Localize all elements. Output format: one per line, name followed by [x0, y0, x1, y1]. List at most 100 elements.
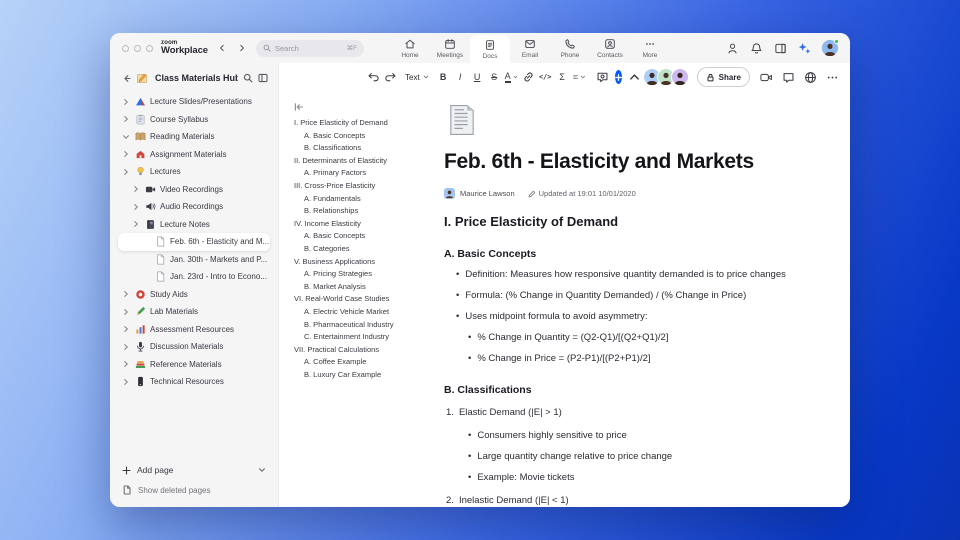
- video-call-icon[interactable]: [760, 71, 773, 84]
- text-color-button[interactable]: A: [503, 68, 520, 86]
- tree-folder-item[interactable]: Lab Materials: [110, 303, 270, 321]
- insert-plus-button[interactable]: [614, 70, 622, 84]
- tree-folder-item[interactable]: Assignment Materials: [110, 146, 270, 164]
- chevron-right-icon[interactable]: [122, 325, 130, 333]
- outline-item[interactable]: B. Classifications: [294, 142, 432, 155]
- more-options-icon[interactable]: [826, 71, 839, 84]
- outline-item[interactable]: VII. Practical Calculations: [294, 344, 432, 357]
- doc-bullet-item[interactable]: • Uses midpoint formula to avoid asymmetr…: [444, 311, 834, 323]
- chevron-right-icon[interactable]: [122, 290, 130, 298]
- tree-folder-item[interactable]: Course Syllabus: [110, 111, 270, 129]
- tab-contacts[interactable]: Contacts: [590, 33, 630, 63]
- doc-bullet-item[interactable]: • Consumers highly sensitive to price: [444, 430, 834, 442]
- show-deleted-pages-button[interactable]: Show deleted pages: [122, 485, 266, 495]
- tab-phone[interactable]: Phone: [550, 33, 590, 63]
- document-title[interactable]: Feb. 6th - Elasticity and Markets: [444, 150, 834, 174]
- forward-arrow-icon[interactable]: [238, 44, 246, 52]
- window-close-button[interactable]: [122, 44, 129, 52]
- contact-profile-icon[interactable]: [726, 42, 739, 55]
- tree-folder-item[interactable]: Technical Resources: [110, 373, 270, 391]
- outline-item[interactable]: A. Basic Concepts: [294, 130, 432, 143]
- outline-item[interactable]: V. Business Applications: [294, 256, 432, 269]
- doc-heading-2[interactable]: I. Price Elasticity of Demand: [444, 214, 834, 229]
- chevron-right-icon[interactable]: [122, 378, 130, 386]
- chevron-down-icon[interactable]: [122, 133, 130, 141]
- collapse-toolbar-icon[interactable]: [626, 68, 643, 86]
- collapse-outline-icon[interactable]: [294, 102, 304, 112]
- outline-item[interactable]: A. Fundamentals: [294, 193, 432, 206]
- doc-numbered-item[interactable]: 2. Inelastic Demand (|E| < 1): [444, 495, 834, 507]
- tree-folder-item[interactable]: Lecture Notes: [110, 216, 270, 234]
- chevron-right-icon[interactable]: [122, 98, 130, 106]
- tree-folder-item[interactable]: Assessment Resources: [110, 321, 270, 339]
- ai-companion-icon[interactable]: [798, 42, 811, 55]
- outline-item[interactable]: B. Pharmaceutical Industry: [294, 319, 432, 332]
- tree-folder-item[interactable]: Video Recordings: [110, 181, 270, 199]
- global-search-input[interactable]: Search ⌘F: [255, 39, 364, 57]
- alignment-button[interactable]: [571, 68, 588, 86]
- chat-icon[interactable]: [782, 71, 795, 84]
- undo-icon[interactable]: [365, 68, 382, 86]
- chevron-right-icon[interactable]: [132, 185, 140, 193]
- share-button[interactable]: Share: [696, 67, 750, 87]
- equation-button[interactable]: Σ: [554, 68, 571, 86]
- page-tree-item[interactable]: Jan. 23rd - Intro to Econo...: [110, 268, 270, 286]
- doc-numbered-item[interactable]: 1. Elastic Demand (|E| > 1): [444, 407, 834, 419]
- code-button[interactable]: </>: [537, 68, 554, 86]
- window-maximize-button[interactable]: [146, 44, 153, 52]
- chevron-right-icon[interactable]: [122, 150, 130, 158]
- tab-docs[interactable]: Docs: [469, 35, 510, 63]
- add-page-button[interactable]: Add page: [122, 465, 266, 475]
- tree-folder-item[interactable]: Discussion Materials: [110, 338, 270, 356]
- side-panel-toggle-icon[interactable]: [774, 42, 787, 55]
- doc-bullet-item[interactable]: •% Change in Price = (P2-P1)/[(P2+P1)/2]: [444, 353, 834, 365]
- sidebar-back-icon[interactable]: [122, 74, 131, 83]
- doc-heading-3[interactable]: B. Classifications: [444, 384, 834, 396]
- tab-meetings[interactable]: Meetings: [430, 33, 470, 63]
- outline-item[interactable]: A. Pricing Strategies: [294, 268, 432, 281]
- add-page-expand-icon[interactable]: [258, 466, 266, 474]
- page-tree-item[interactable]: Feb. 6th - Elasticity and M...: [118, 233, 270, 251]
- doc-bullet-item[interactable]: • Large quantity change relative to price…: [444, 451, 834, 463]
- outline-item[interactable]: VI. Real-World Case Studies: [294, 293, 432, 306]
- tree-folder-item[interactable]: Lecture Slides/Presentations: [110, 93, 270, 111]
- bold-button[interactable]: B: [435, 68, 452, 86]
- chevron-right-icon[interactable]: [122, 343, 130, 351]
- tree-folder-item[interactable]: Audio Recordings: [110, 198, 270, 216]
- page-tree-item[interactable]: Jan. 30th - Markets and P...: [110, 251, 270, 269]
- redo-icon[interactable]: [382, 68, 399, 86]
- tab-email[interactable]: Email: [510, 33, 550, 63]
- doc-bullet-item[interactable]: • Definition: Measures how responsive qua…: [444, 269, 834, 281]
- globe-language-icon[interactable]: [804, 71, 817, 84]
- outline-item[interactable]: B. Luxury Car Example: [294, 369, 432, 382]
- link-icon[interactable]: [520, 68, 537, 86]
- outline-item[interactable]: I. Price Elasticity of Demand: [294, 117, 432, 130]
- collaborator-avatar[interactable]: [670, 68, 689, 86]
- document-body[interactable]: Feb. 6th - Elasticity and Markets Mauric…: [432, 91, 850, 507]
- doc-bullet-item[interactable]: • Example: Movie tickets: [444, 472, 834, 484]
- sidebar-panel-icon[interactable]: [258, 73, 268, 83]
- notifications-bell-icon[interactable]: [750, 42, 763, 55]
- tree-folder-item[interactable]: Lectures: [110, 163, 270, 181]
- doc-heading-3[interactable]: A. Basic Concepts: [444, 248, 834, 260]
- outline-item[interactable]: A. Electric Vehicle Market: [294, 306, 432, 319]
- sidebar-search-icon[interactable]: [243, 73, 253, 83]
- chevron-right-icon[interactable]: [132, 203, 140, 211]
- italic-button[interactable]: I: [452, 68, 469, 86]
- doc-bullet-item[interactable]: •% Change in Quantity = (Q2-Q1)/[(Q2+Q1)…: [444, 332, 834, 344]
- outline-item[interactable]: B. Market Analysis: [294, 281, 432, 294]
- outline-item[interactable]: C. Entertainment Industry: [294, 331, 432, 344]
- tree-folder-item[interactable]: Study Aids: [110, 286, 270, 304]
- outline-item[interactable]: A. Primary Factors: [294, 167, 432, 180]
- outline-item[interactable]: A. Basic Concepts: [294, 230, 432, 243]
- outline-item[interactable]: IV. Income Elasticity: [294, 218, 432, 231]
- chevron-right-icon[interactable]: [122, 168, 130, 176]
- user-avatar[interactable]: [822, 39, 839, 57]
- chevron-right-icon[interactable]: [122, 308, 130, 316]
- outline-item[interactable]: II. Determinants of Elasticity: [294, 155, 432, 168]
- comment-icon[interactable]: [594, 68, 611, 86]
- outline-item[interactable]: B. Relationships: [294, 205, 432, 218]
- chevron-right-icon[interactable]: [132, 220, 140, 228]
- text-style-selector[interactable]: Text: [405, 73, 429, 82]
- strikethrough-button[interactable]: S: [486, 68, 503, 86]
